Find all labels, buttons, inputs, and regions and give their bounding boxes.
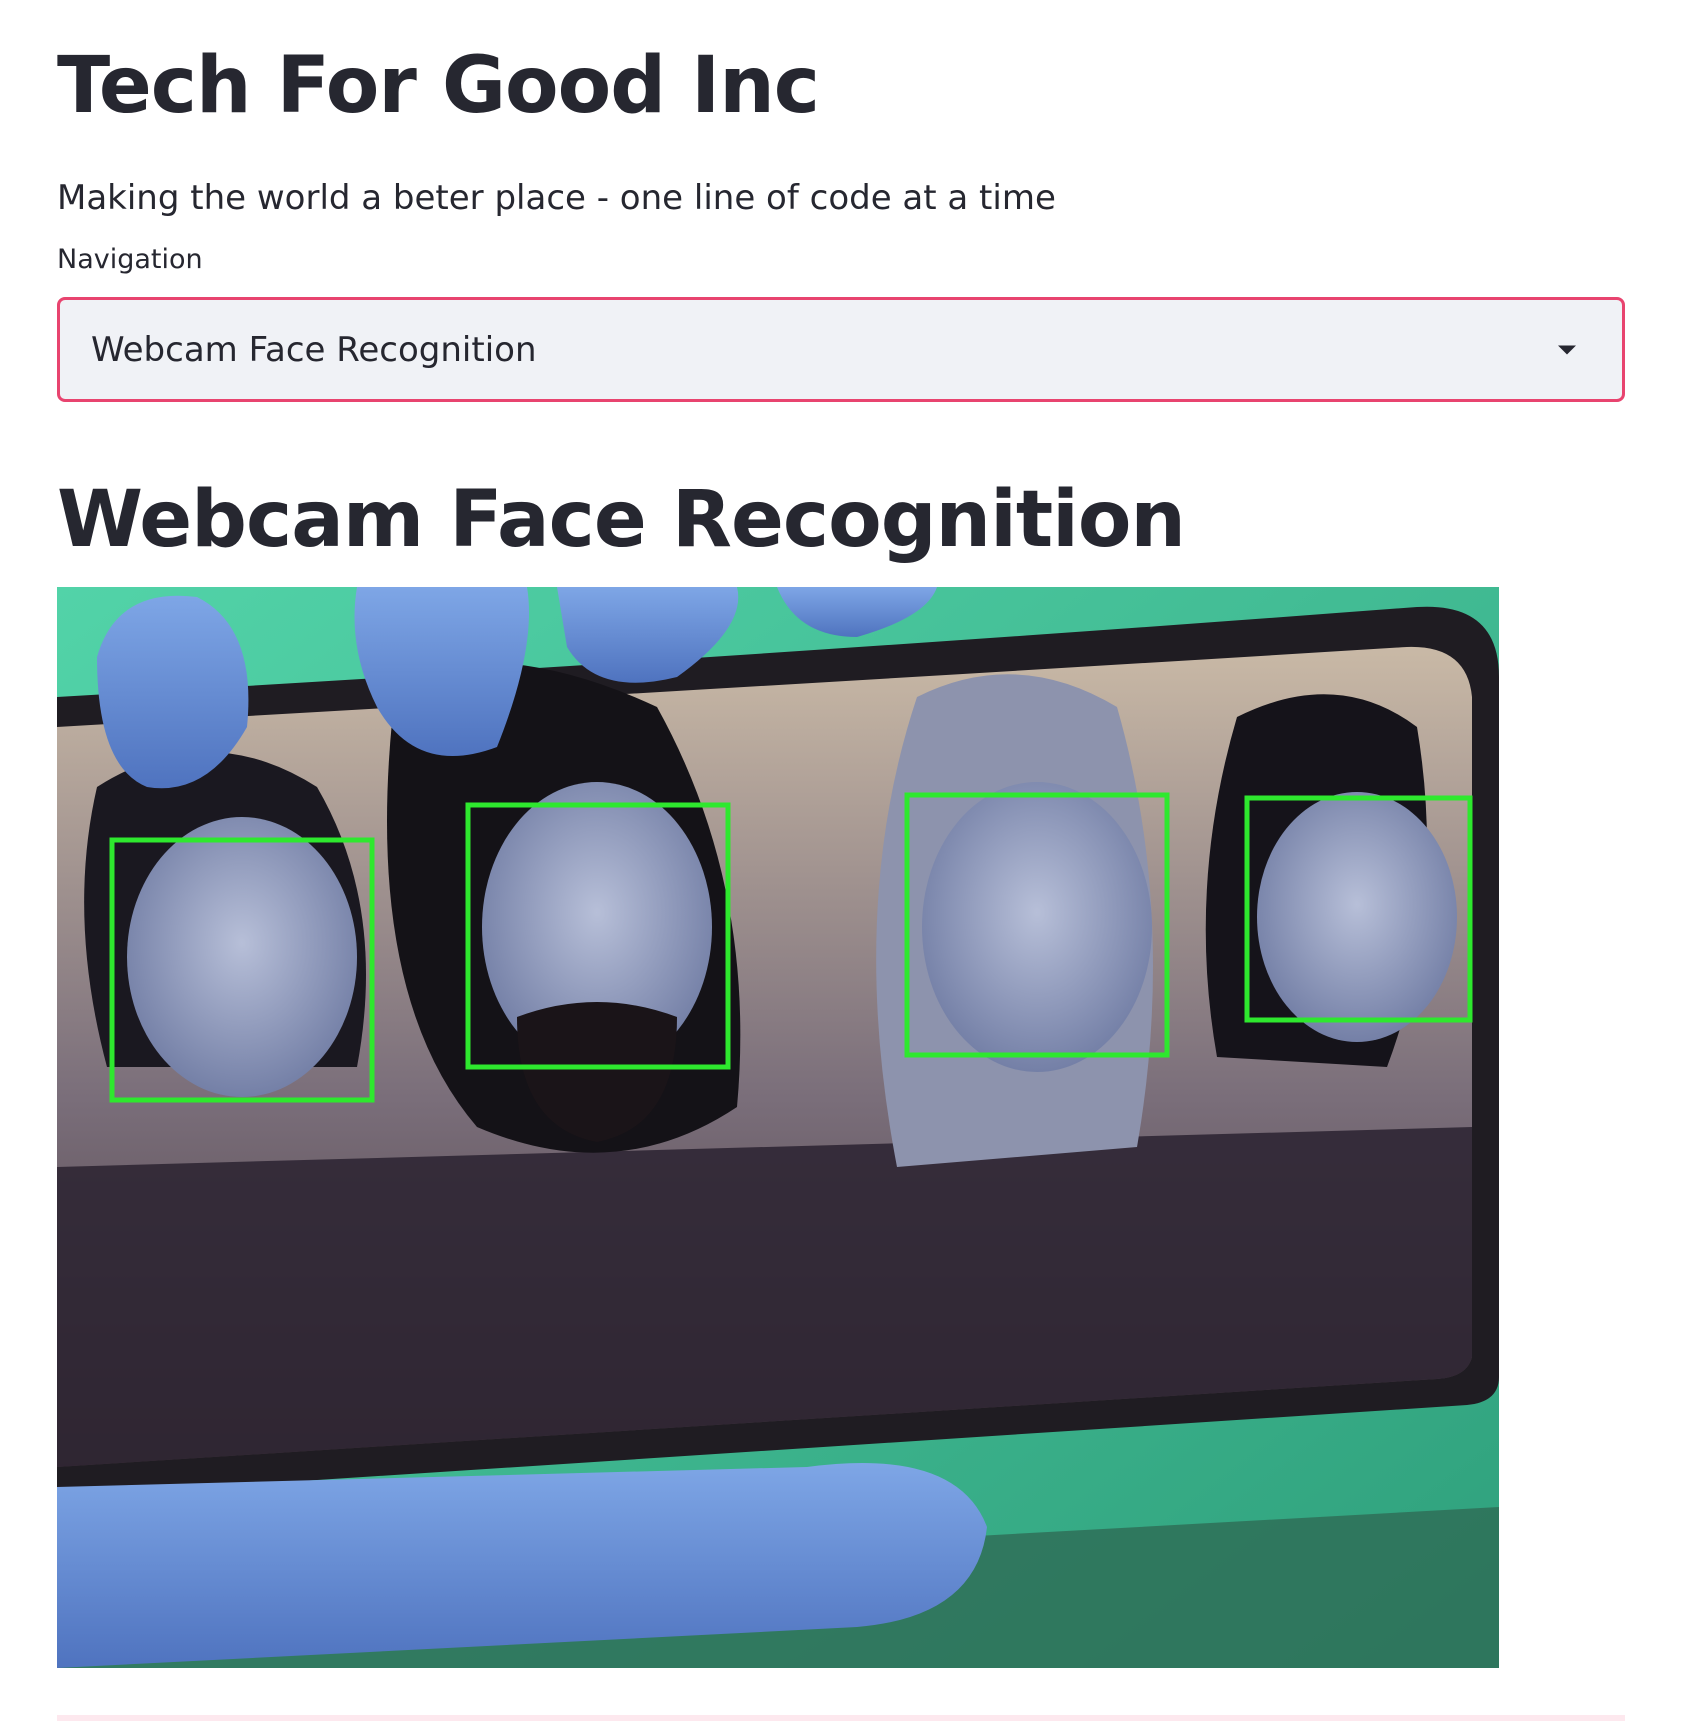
app-tagline: Making the world a beter place - one lin… [57, 178, 1056, 218]
chevron-down-icon[interactable] [1558, 345, 1576, 354]
navigation-select[interactable]: Webcam Face Recognition [57, 297, 1625, 402]
face-4 [1257, 792, 1457, 1042]
webcam-feed [57, 587, 1499, 1668]
face-3 [922, 782, 1152, 1072]
navigation-selected-value: Webcam Face Recognition [91, 329, 537, 370]
face-1 [127, 817, 357, 1097]
webcam-image [57, 587, 1499, 1668]
navigation-label: Navigation [57, 244, 203, 275]
next-element-edge [57, 1715, 1625, 1721]
section-title: Webcam Face Recognition [57, 475, 1186, 565]
app-title: Tech For Good Inc [57, 41, 820, 131]
